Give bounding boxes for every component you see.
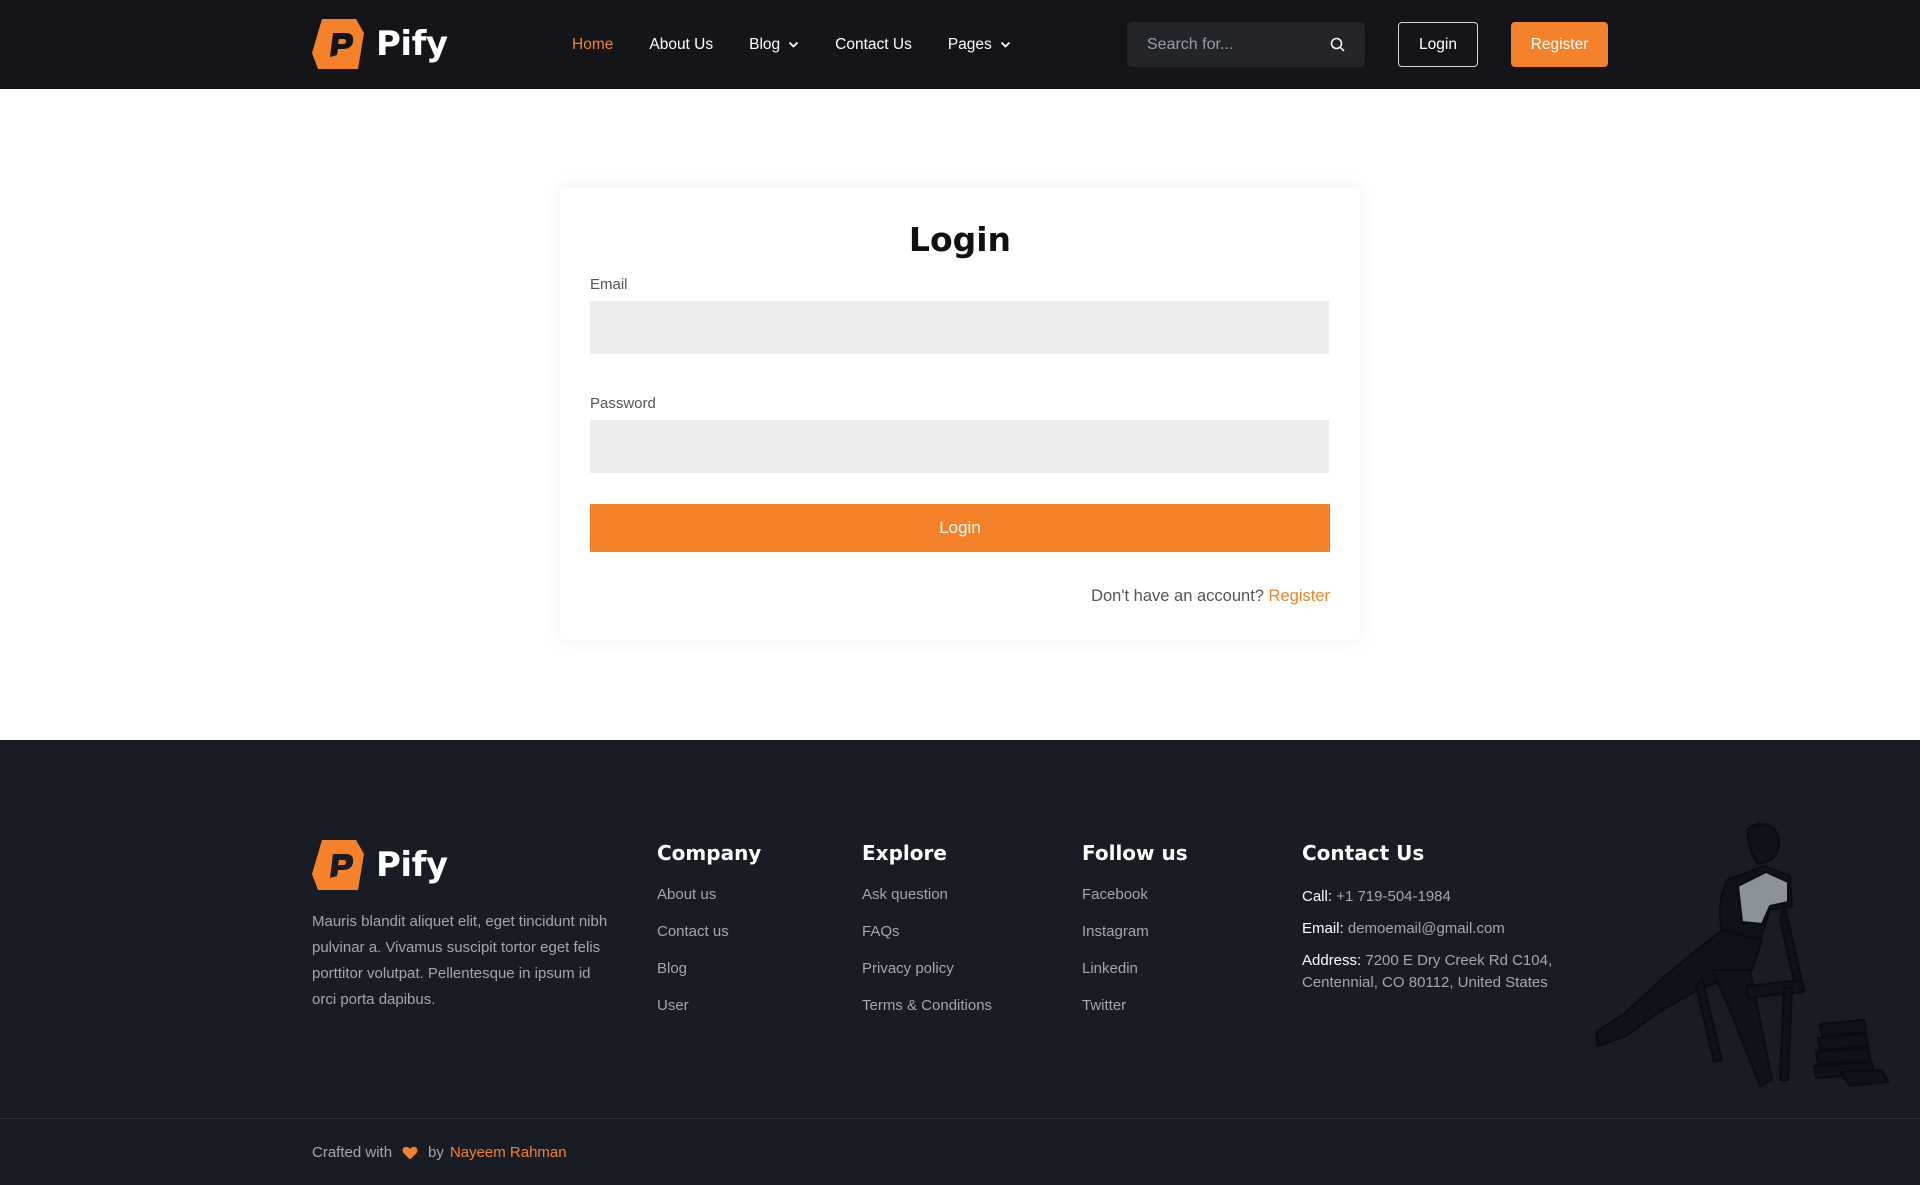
credits-prefix: Crafted with	[312, 1144, 393, 1161]
footer-credits: Crafted with by Nayeem Rahman	[312, 1144, 567, 1161]
nav-label: Contact Us	[835, 35, 912, 53]
main-nav: Home About Us Blog Contact Us Pages	[572, 0, 1047, 89]
nav-label: Pages	[947, 35, 992, 53]
contact-email-label: Email:	[1302, 920, 1344, 937]
footer-column-title: Contact Us	[1302, 841, 1425, 865]
password-label: Password	[590, 395, 656, 412]
footer-link-user[interactable]: User	[657, 997, 761, 1015]
footer-column-company: Company About us Contact us Blog User	[657, 840, 761, 1034]
contact-email: Email: demoemail@gmail.com	[1302, 918, 1562, 940]
register-link[interactable]: Register	[1269, 587, 1330, 605]
nav-item-home[interactable]: Home	[572, 36, 613, 54]
pify-logo-icon	[312, 840, 364, 890]
footer-link-faqs[interactable]: FAQs	[862, 923, 992, 941]
credits-author-link[interactable]: Nayeem Rahman	[450, 1144, 567, 1161]
search-box	[1127, 22, 1365, 67]
contact-address-label: Address:	[1302, 952, 1362, 969]
brand-name: Pify	[376, 24, 448, 64]
contact-phone-label: Call:	[1302, 888, 1333, 905]
header-logo[interactable]: Pify	[312, 19, 448, 69]
footer-column-title: Follow us	[1082, 841, 1188, 865]
footer-column-follow-us: Follow us Facebook Instagram Linkedin Tw…	[1082, 840, 1188, 1034]
contact-address: Address: 7200 E Dry Creek Rd C104, Cente…	[1302, 950, 1562, 994]
login-card: Login Email Password Login Don't have an…	[560, 188, 1360, 640]
footer-link-blog[interactable]: Blog	[657, 960, 761, 978]
nav-item-contact-us[interactable]: Contact Us	[835, 36, 912, 54]
footer-logo[interactable]: Pify	[312, 840, 448, 890]
email-label: Email	[590, 276, 628, 293]
signup-prompt: Don't have an account? Register	[1091, 587, 1330, 606]
chevron-down-icon	[1000, 41, 1010, 48]
footer-link-ask-question[interactable]: Ask question	[862, 886, 992, 904]
footer-column-contact: Contact Us Call: +1 719-504-1984 Email: …	[1302, 840, 1562, 1004]
nav-label: Blog	[749, 35, 781, 53]
contact-email-value[interactable]: demoemail@gmail.com	[1348, 920, 1505, 937]
contact-phone-value[interactable]: +1 719-504-1984	[1336, 888, 1451, 905]
login-submit-button[interactable]: Login	[590, 504, 1330, 552]
password-field[interactable]	[590, 420, 1329, 473]
nav-item-about-us[interactable]: About Us	[649, 36, 713, 54]
footer-about-text: Mauris blandit aliquet elit, eget tincid…	[312, 913, 608, 1008]
footer-column-explore: Explore Ask question FAQs Privacy policy…	[862, 840, 992, 1034]
brand-name: Pify	[376, 845, 448, 885]
footer-divider	[0, 1118, 1920, 1119]
pify-logo-icon	[312, 19, 364, 69]
footer-column-title: Company	[657, 841, 762, 865]
header-login-button[interactable]: Login	[1398, 22, 1478, 67]
search-icon[interactable]	[1330, 37, 1345, 52]
email-field[interactable]	[590, 301, 1329, 354]
footer-link-contact-us[interactable]: Contact us	[657, 923, 761, 941]
footer-link-facebook[interactable]: Facebook	[1082, 886, 1188, 904]
footer-link-instagram[interactable]: Instagram	[1082, 923, 1188, 941]
footer-link-terms[interactable]: Terms & Conditions	[862, 997, 992, 1015]
nav-item-pages[interactable]: Pages	[948, 36, 1011, 54]
nav-label: Home	[572, 35, 614, 53]
chevron-down-icon	[789, 41, 799, 48]
footer-link-about-us[interactable]: About us	[657, 886, 761, 904]
footer-column-title: Explore	[862, 841, 947, 865]
site-footer: Pify Mauris blandit aliquet elit, eget t…	[0, 740, 1920, 1185]
heart-icon	[402, 1146, 418, 1159]
header-register-button[interactable]: Register	[1511, 22, 1608, 67]
reading-person-illustration	[1594, 822, 1890, 1088]
credits-by: by	[428, 1144, 444, 1161]
footer-link-linkedin[interactable]: Linkedin	[1082, 960, 1188, 978]
footer-link-privacy-policy[interactable]: Privacy policy	[862, 960, 992, 978]
footer-link-twitter[interactable]: Twitter	[1082, 997, 1188, 1015]
contact-phone: Call: +1 719-504-1984	[1302, 886, 1562, 908]
login-title: Login	[908, 220, 1012, 259]
nav-item-blog[interactable]: Blog	[749, 36, 799, 54]
signup-prompt-text: Don't have an account?	[1091, 587, 1264, 605]
nav-label: About Us	[649, 35, 714, 53]
search-input[interactable]	[1147, 35, 1317, 54]
site-header: Pify Home About Us Blog Contact Us Pages…	[0, 0, 1920, 89]
